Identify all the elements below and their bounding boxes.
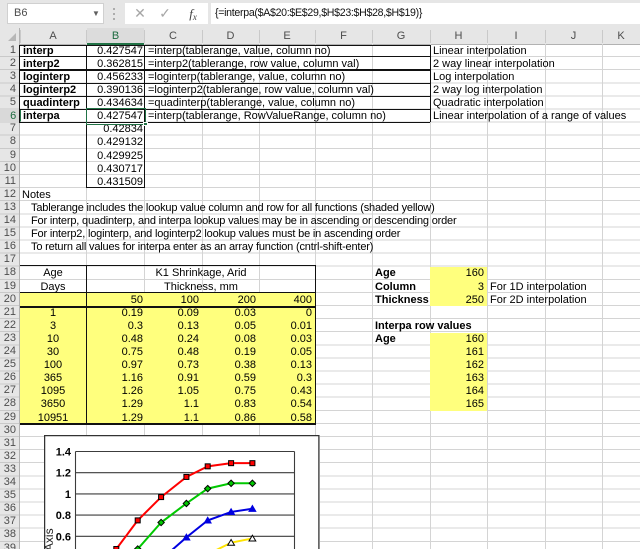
svg-text:0.6: 0.6 bbox=[56, 531, 71, 543]
svg-text:1.2: 1.2 bbox=[56, 468, 71, 480]
svg-text:Y-Axis: Y-Axis bbox=[44, 528, 56, 549]
svg-text:1.4: 1.4 bbox=[56, 447, 72, 459]
svg-text:0.8: 0.8 bbox=[56, 510, 71, 522]
svg-text:1: 1 bbox=[65, 489, 71, 501]
